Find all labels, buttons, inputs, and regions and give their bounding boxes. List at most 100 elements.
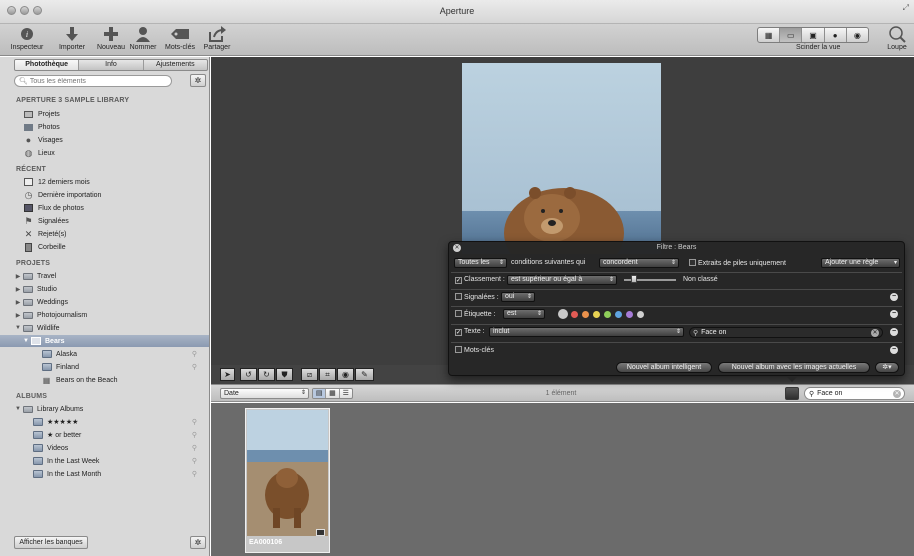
sidebar-item-trash[interactable]: Corbeille bbox=[0, 241, 209, 253]
disclosure-triangle-icon[interactable]: ▶ bbox=[14, 273, 22, 280]
remove-rule-button[interactable]: − bbox=[890, 310, 898, 318]
text-search-input[interactable] bbox=[701, 329, 862, 336]
red-eye-button[interactable]: ◉ bbox=[337, 368, 354, 381]
sidebar-item-last-week[interactable]: In the Last Week ⚲ bbox=[0, 455, 209, 467]
library-search-input[interactable] bbox=[29, 77, 160, 85]
photo-thumbnail[interactable]: EA000106 bbox=[245, 408, 330, 553]
sidebar-item-videos[interactable]: Videos ⚲ bbox=[0, 442, 209, 454]
crop-button[interactable]: ⌗ bbox=[319, 368, 336, 381]
sidebar-item-wildlife[interactable]: ▼ Wildlife bbox=[0, 322, 209, 334]
stacks-only-checkbox[interactable]: Extraits de piles uniquement bbox=[689, 259, 786, 267]
new-button[interactable]: Nouveau bbox=[94, 25, 128, 51]
rating-operator-select[interactable]: est supérieur ou égal à ⇕ bbox=[507, 275, 617, 285]
color-label-operator-select[interactable]: est ⇕ bbox=[503, 309, 545, 319]
disclosure-triangle-icon[interactable]: ▶ bbox=[14, 286, 22, 293]
sidebar-item-studio[interactable]: ▶ Studio bbox=[0, 283, 209, 295]
straighten-button[interactable]: ⧄ bbox=[301, 368, 318, 381]
rotate-left-button[interactable]: ↺ bbox=[240, 368, 257, 381]
disclosure-triangle-icon[interactable]: ▶ bbox=[14, 299, 22, 306]
sidebar-item-last-month[interactable]: In the Last Month ⚲ bbox=[0, 468, 209, 480]
match-mode-select[interactable]: concordent ⇕ bbox=[599, 258, 679, 268]
remove-rule-button[interactable]: − bbox=[890, 293, 898, 301]
disclosure-triangle-open-icon[interactable]: ▼ bbox=[14, 325, 22, 331]
browser-search-input[interactable] bbox=[817, 390, 888, 397]
color-label-swatch[interactable] bbox=[637, 311, 644, 318]
library-action-button[interactable]: ✲ bbox=[190, 74, 206, 87]
places-view-button[interactable]: ◉ bbox=[847, 28, 868, 42]
bear-photo[interactable] bbox=[462, 63, 661, 254]
text-checkbox[interactable]: ✓ Texte : bbox=[455, 328, 485, 336]
sidebar-item-one-star-or-better[interactable]: ★ or better ⚲ bbox=[0, 429, 209, 441]
sidebar-item-photos[interactable]: Photos bbox=[0, 121, 209, 133]
text-operator-select[interactable]: inclut ⇕ bbox=[489, 327, 684, 337]
disclosure-triangle-open-icon[interactable]: ▼ bbox=[22, 338, 30, 344]
color-label-swatch[interactable] bbox=[626, 311, 633, 318]
grid-view-button[interactable]: ▦ bbox=[758, 28, 781, 42]
selection-tool-button[interactable]: ➤ bbox=[220, 368, 235, 381]
tab-library[interactable]: Photothèque bbox=[15, 60, 80, 70]
rating-checkbox[interactable]: ✓ Classement : bbox=[455, 276, 505, 284]
tab-info[interactable]: Info bbox=[79, 60, 144, 70]
sidebar-item-projects[interactable]: Projets bbox=[0, 108, 209, 120]
sidebar-item-five-stars[interactable]: ★★★★★ ⚲ bbox=[0, 416, 209, 428]
flagged-select[interactable]: oui ⇕ bbox=[501, 292, 535, 302]
share-button[interactable]: Partager bbox=[201, 25, 233, 51]
lift-stamp-button[interactable]: ⛊ bbox=[276, 368, 293, 381]
sidebar-item-rejected[interactable]: ✕ Rejeté(s) bbox=[0, 228, 209, 240]
filter-hud-button[interactable] bbox=[785, 387, 799, 400]
fullscreen-icon[interactable]: ⤢ bbox=[903, 3, 909, 13]
keywords-checkbox[interactable]: Mots-clés bbox=[455, 346, 494, 354]
sidebar-item-travel[interactable]: ▶ Travel bbox=[0, 270, 209, 282]
list-view-button[interactable]: ☰ bbox=[340, 389, 352, 398]
show-vaults-button[interactable]: Afficher les banques bbox=[14, 536, 88, 549]
color-label-checkbox[interactable]: Étiquette : bbox=[455, 310, 496, 318]
sidebar-item-bears[interactable]: ▼ Bears bbox=[0, 335, 209, 347]
rating-slider-knob[interactable] bbox=[631, 275, 637, 283]
filter-action-button[interactable]: ✲▾ bbox=[875, 362, 899, 373]
sidebar-item-bears-on-the-beach[interactable]: ▦ Bears on the Beach bbox=[0, 374, 209, 386]
sidebar-item-weddings[interactable]: ▶ Weddings bbox=[0, 296, 209, 308]
inspector-button[interactable]: i Inspecteur bbox=[6, 25, 48, 51]
faces-view-button[interactable]: ● bbox=[825, 28, 847, 42]
new-smart-album-button[interactable]: Nouvel album intelligent bbox=[616, 362, 712, 373]
keywords-button[interactable]: Mots-clés bbox=[162, 25, 198, 51]
library-search-field[interactable]: 🔍︎ bbox=[14, 75, 172, 87]
sidebar-item-library-albums[interactable]: ▼ Library Albums bbox=[0, 403, 209, 415]
sidebar-item-photojournalism[interactable]: ▶ Photojournalism bbox=[0, 309, 209, 321]
clear-search-icon[interactable]: ✕ bbox=[871, 329, 879, 337]
sidebar-item-finland[interactable]: Finland ⚲ bbox=[0, 361, 209, 373]
color-label-swatch[interactable] bbox=[558, 309, 568, 319]
sidebar-item-places[interactable]: ◍ Lieux bbox=[0, 147, 209, 159]
sidebar-item-last-import[interactable]: ◷ Dernière importation bbox=[0, 189, 209, 201]
disclosure-triangle-open-icon[interactable]: ▼ bbox=[14, 406, 22, 412]
disclosure-triangle-icon[interactable]: ▶ bbox=[14, 312, 22, 319]
filmstrip-view-button[interactable]: ▤ bbox=[313, 389, 327, 398]
sidebar-item-faces[interactable]: ● Visages bbox=[0, 134, 209, 146]
browser-search-field[interactable]: ⚲ ✕ bbox=[804, 387, 905, 400]
sidebar-item-flagged[interactable]: ⚑ Signalées bbox=[0, 215, 209, 227]
tab-adjustments[interactable]: Ajustements bbox=[144, 60, 207, 70]
color-label-swatch[interactable] bbox=[593, 311, 600, 318]
sidebar-item-alaska[interactable]: Alaska ⚲ bbox=[0, 348, 209, 360]
remove-rule-button[interactable]: − bbox=[890, 346, 898, 354]
color-label-swatch[interactable] bbox=[604, 311, 611, 318]
text-search-field[interactable]: ⚲ ✕ bbox=[689, 327, 883, 338]
match-scope-select[interactable]: Toutes les ⇕ bbox=[454, 258, 507, 268]
new-album-with-images-button[interactable]: Nouvel album avec les images actuelles bbox=[718, 362, 870, 373]
color-label-swatch[interactable] bbox=[582, 311, 589, 318]
color-label-swatch[interactable] bbox=[571, 311, 578, 318]
flagged-checkbox[interactable]: Signalées : bbox=[455, 293, 499, 301]
viewer-only-button[interactable]: ▣ bbox=[802, 28, 825, 42]
loupe-button[interactable]: Loupe bbox=[884, 25, 910, 51]
grid-view-button[interactable]: ▦ bbox=[326, 389, 340, 398]
split-view-button[interactable]: ▭ bbox=[780, 28, 803, 42]
add-rule-select[interactable]: Ajouter une règle ▾ bbox=[821, 258, 900, 268]
color-label-swatch[interactable] bbox=[615, 311, 622, 318]
sort-select[interactable]: Date ⇕ bbox=[220, 388, 309, 399]
remove-rule-button[interactable]: − bbox=[890, 328, 898, 336]
brush-tool-button[interactable]: ✎ bbox=[355, 368, 374, 381]
sidebar-item-last-12-months[interactable]: 12 derniers mois bbox=[0, 176, 209, 188]
sidebar-item-photo-stream[interactable]: Flux de photos bbox=[0, 202, 209, 214]
import-button[interactable]: Importer bbox=[53, 25, 91, 51]
vault-action-button[interactable]: ✲ bbox=[190, 536, 206, 549]
